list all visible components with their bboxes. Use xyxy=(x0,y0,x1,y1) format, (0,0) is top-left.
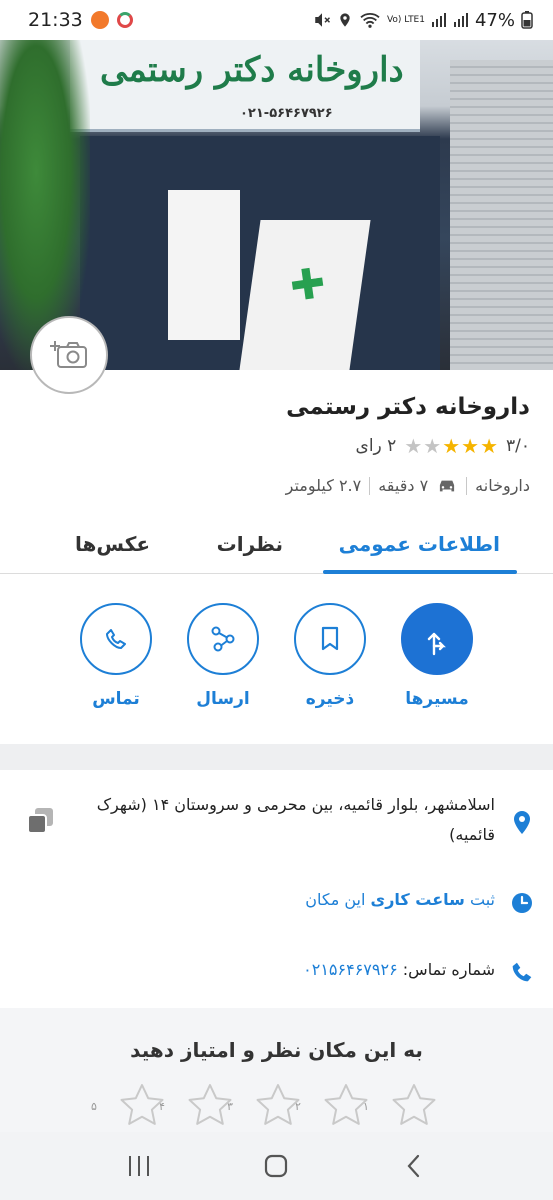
details-section: اسلامشهر، بلوار قائمیه، بین محرمی و سروس… xyxy=(0,770,553,1008)
section-divider xyxy=(0,744,553,770)
action-buttons: مسیرها ذخیره ارسال تماس xyxy=(0,600,553,740)
photo-sign-phone: ۰۲۱-۵۶۴۶۷۹۲۶ xyxy=(240,106,333,121)
outline-star-icon xyxy=(120,1084,164,1125)
rating-value: ۳/۰ xyxy=(506,436,530,456)
phone-number-link[interactable]: ۰۲۱۵۶۴۶۷۹۲۶ xyxy=(303,960,398,979)
address-text: اسلامشهر، بلوار قائمیه، بین محرمی و سروس… xyxy=(96,795,495,844)
mute-icon xyxy=(315,13,330,27)
add-photo-button[interactable] xyxy=(30,316,108,394)
rating-star-icon: ★ xyxy=(461,434,480,458)
rating-star-icon: ★ xyxy=(404,434,423,458)
meta-separator xyxy=(466,476,468,495)
rating-star-icon: ★ xyxy=(423,434,442,458)
home-icon xyxy=(265,1154,288,1178)
call-label: تماس xyxy=(92,689,140,709)
battery-level: 47% xyxy=(474,9,515,31)
back-icon xyxy=(407,1154,420,1178)
status-time: 21:33 xyxy=(28,9,83,31)
location-pin-icon xyxy=(514,811,530,834)
tab-reviews[interactable]: نظرات xyxy=(217,532,283,556)
distance: ۲.۷ کیلومتر xyxy=(285,476,362,495)
save-button[interactable]: ذخیره xyxy=(294,603,366,709)
place-title: داروخانه دکتر رستمی xyxy=(286,394,530,420)
rate-star-button[interactable]: ۵ xyxy=(91,1082,166,1128)
notification-sync-icon xyxy=(116,12,133,28)
active-tab-indicator xyxy=(323,570,517,574)
rate-star-label: ۵ xyxy=(91,1100,97,1113)
save-label: ذخیره xyxy=(305,689,355,709)
phone-row: شماره تماس: ۰۲۱۵۶۴۶۷۹۲۶ xyxy=(303,960,495,979)
recent-apps-button[interactable] xyxy=(109,1146,169,1186)
notification-app-icon xyxy=(90,11,109,29)
meta-row: داروخانه ۷ دقیقه ۲.۷ کیلومتر xyxy=(286,476,530,495)
rate-star-button[interactable]: ۱ xyxy=(363,1082,438,1128)
review-prompt-title: به این مکان نظر و امتیاز دهید xyxy=(130,1038,423,1062)
outline-star-icon xyxy=(256,1084,300,1125)
signal-icon-2 xyxy=(453,13,468,27)
directions-button[interactable]: مسیرها xyxy=(401,603,473,709)
share-label: ارسال xyxy=(196,689,250,709)
rating-stars: ★ ★ ★ ★ ★ xyxy=(404,436,498,456)
network-type: Vo) LTE1 xyxy=(386,15,425,25)
review-prompt: به این مکان نظر و امتیاز دهید ۱۲۳۴ ۵ xyxy=(0,1008,553,1132)
signal-icon-1 xyxy=(431,13,446,27)
system-nav-bar xyxy=(0,1132,553,1200)
rating-star-icon: ★ xyxy=(480,434,498,458)
directions-icon xyxy=(427,632,446,656)
status-right: Vo) LTE1 47% xyxy=(313,10,533,31)
phone-small-icon xyxy=(512,962,532,982)
add-working-hours-link[interactable]: ثبت ساعت کاری این مکان xyxy=(305,890,495,909)
recent-apps-icon xyxy=(128,1156,149,1176)
battery-icon xyxy=(521,11,533,29)
photo-sign-text: داروخانه دکتر رستمی xyxy=(100,50,404,90)
call-circle xyxy=(80,603,152,675)
hours-prefix: ثبت xyxy=(470,890,495,909)
place-category: داروخانه xyxy=(475,476,530,495)
rate-star-button[interactable]: ۳ xyxy=(227,1082,302,1128)
reviews-count: ۲ رای xyxy=(355,436,397,456)
copy-address-button[interactable] xyxy=(26,806,56,840)
directions-circle xyxy=(401,603,473,675)
drive-time: ۷ دقیقه xyxy=(378,476,429,495)
rate-star-button[interactable]: ۴ xyxy=(159,1082,234,1128)
share-icon xyxy=(211,626,235,652)
status-left: 21:33 xyxy=(28,9,133,31)
meta-separator xyxy=(369,476,371,495)
rate-stars: ۱۲۳۴ ۵ xyxy=(91,1082,438,1128)
photo-poster xyxy=(168,190,240,340)
tab-photos[interactable]: عکس‌ها xyxy=(75,532,150,556)
wifi-icon xyxy=(360,13,380,28)
location-icon xyxy=(340,13,350,27)
share-circle xyxy=(187,603,259,675)
phone-icon xyxy=(106,629,126,649)
outline-star-icon xyxy=(188,1084,232,1125)
home-button[interactable] xyxy=(246,1146,306,1186)
outline-star-icon xyxy=(392,1084,436,1125)
car-icon xyxy=(440,480,455,491)
tab-general-info[interactable]: اطلاعات عمومی xyxy=(339,532,500,556)
back-button[interactable] xyxy=(384,1146,444,1186)
rating-star-icon: ★ xyxy=(442,434,461,458)
share-button[interactable]: ارسال xyxy=(187,603,259,709)
copy-icon xyxy=(27,808,53,834)
bookmark-icon xyxy=(321,626,339,651)
status-bar: 21:33 Vo) LTE1 47% xyxy=(0,0,553,40)
rating-row[interactable]: ۳/۰ ★ ★ ★ ★ ★ ۲ رای xyxy=(356,436,530,456)
photo-shutter xyxy=(450,60,553,370)
photo-flag-mark: ✚ xyxy=(286,257,329,312)
tab-bar: اطلاعات عمومی نظرات عکس‌ها xyxy=(0,518,553,574)
hours-suffix: این مکان xyxy=(305,890,366,909)
save-circle xyxy=(294,603,366,675)
phone-label: شماره تماس: xyxy=(402,960,495,979)
add-photo-camera-icon xyxy=(50,341,87,368)
hours-bold: ساعت کاری xyxy=(370,890,465,909)
rate-star-button[interactable]: ۲ xyxy=(295,1082,370,1128)
call-button[interactable]: تماس xyxy=(80,603,152,709)
clock-icon xyxy=(512,893,532,913)
directions-label: مسیرها xyxy=(405,689,469,709)
photo-sign: داروخانه دکتر رستمی ۰۲۱-۵۶۴۶۷۹۲۶ xyxy=(70,40,420,132)
outline-star-icon xyxy=(324,1084,368,1125)
